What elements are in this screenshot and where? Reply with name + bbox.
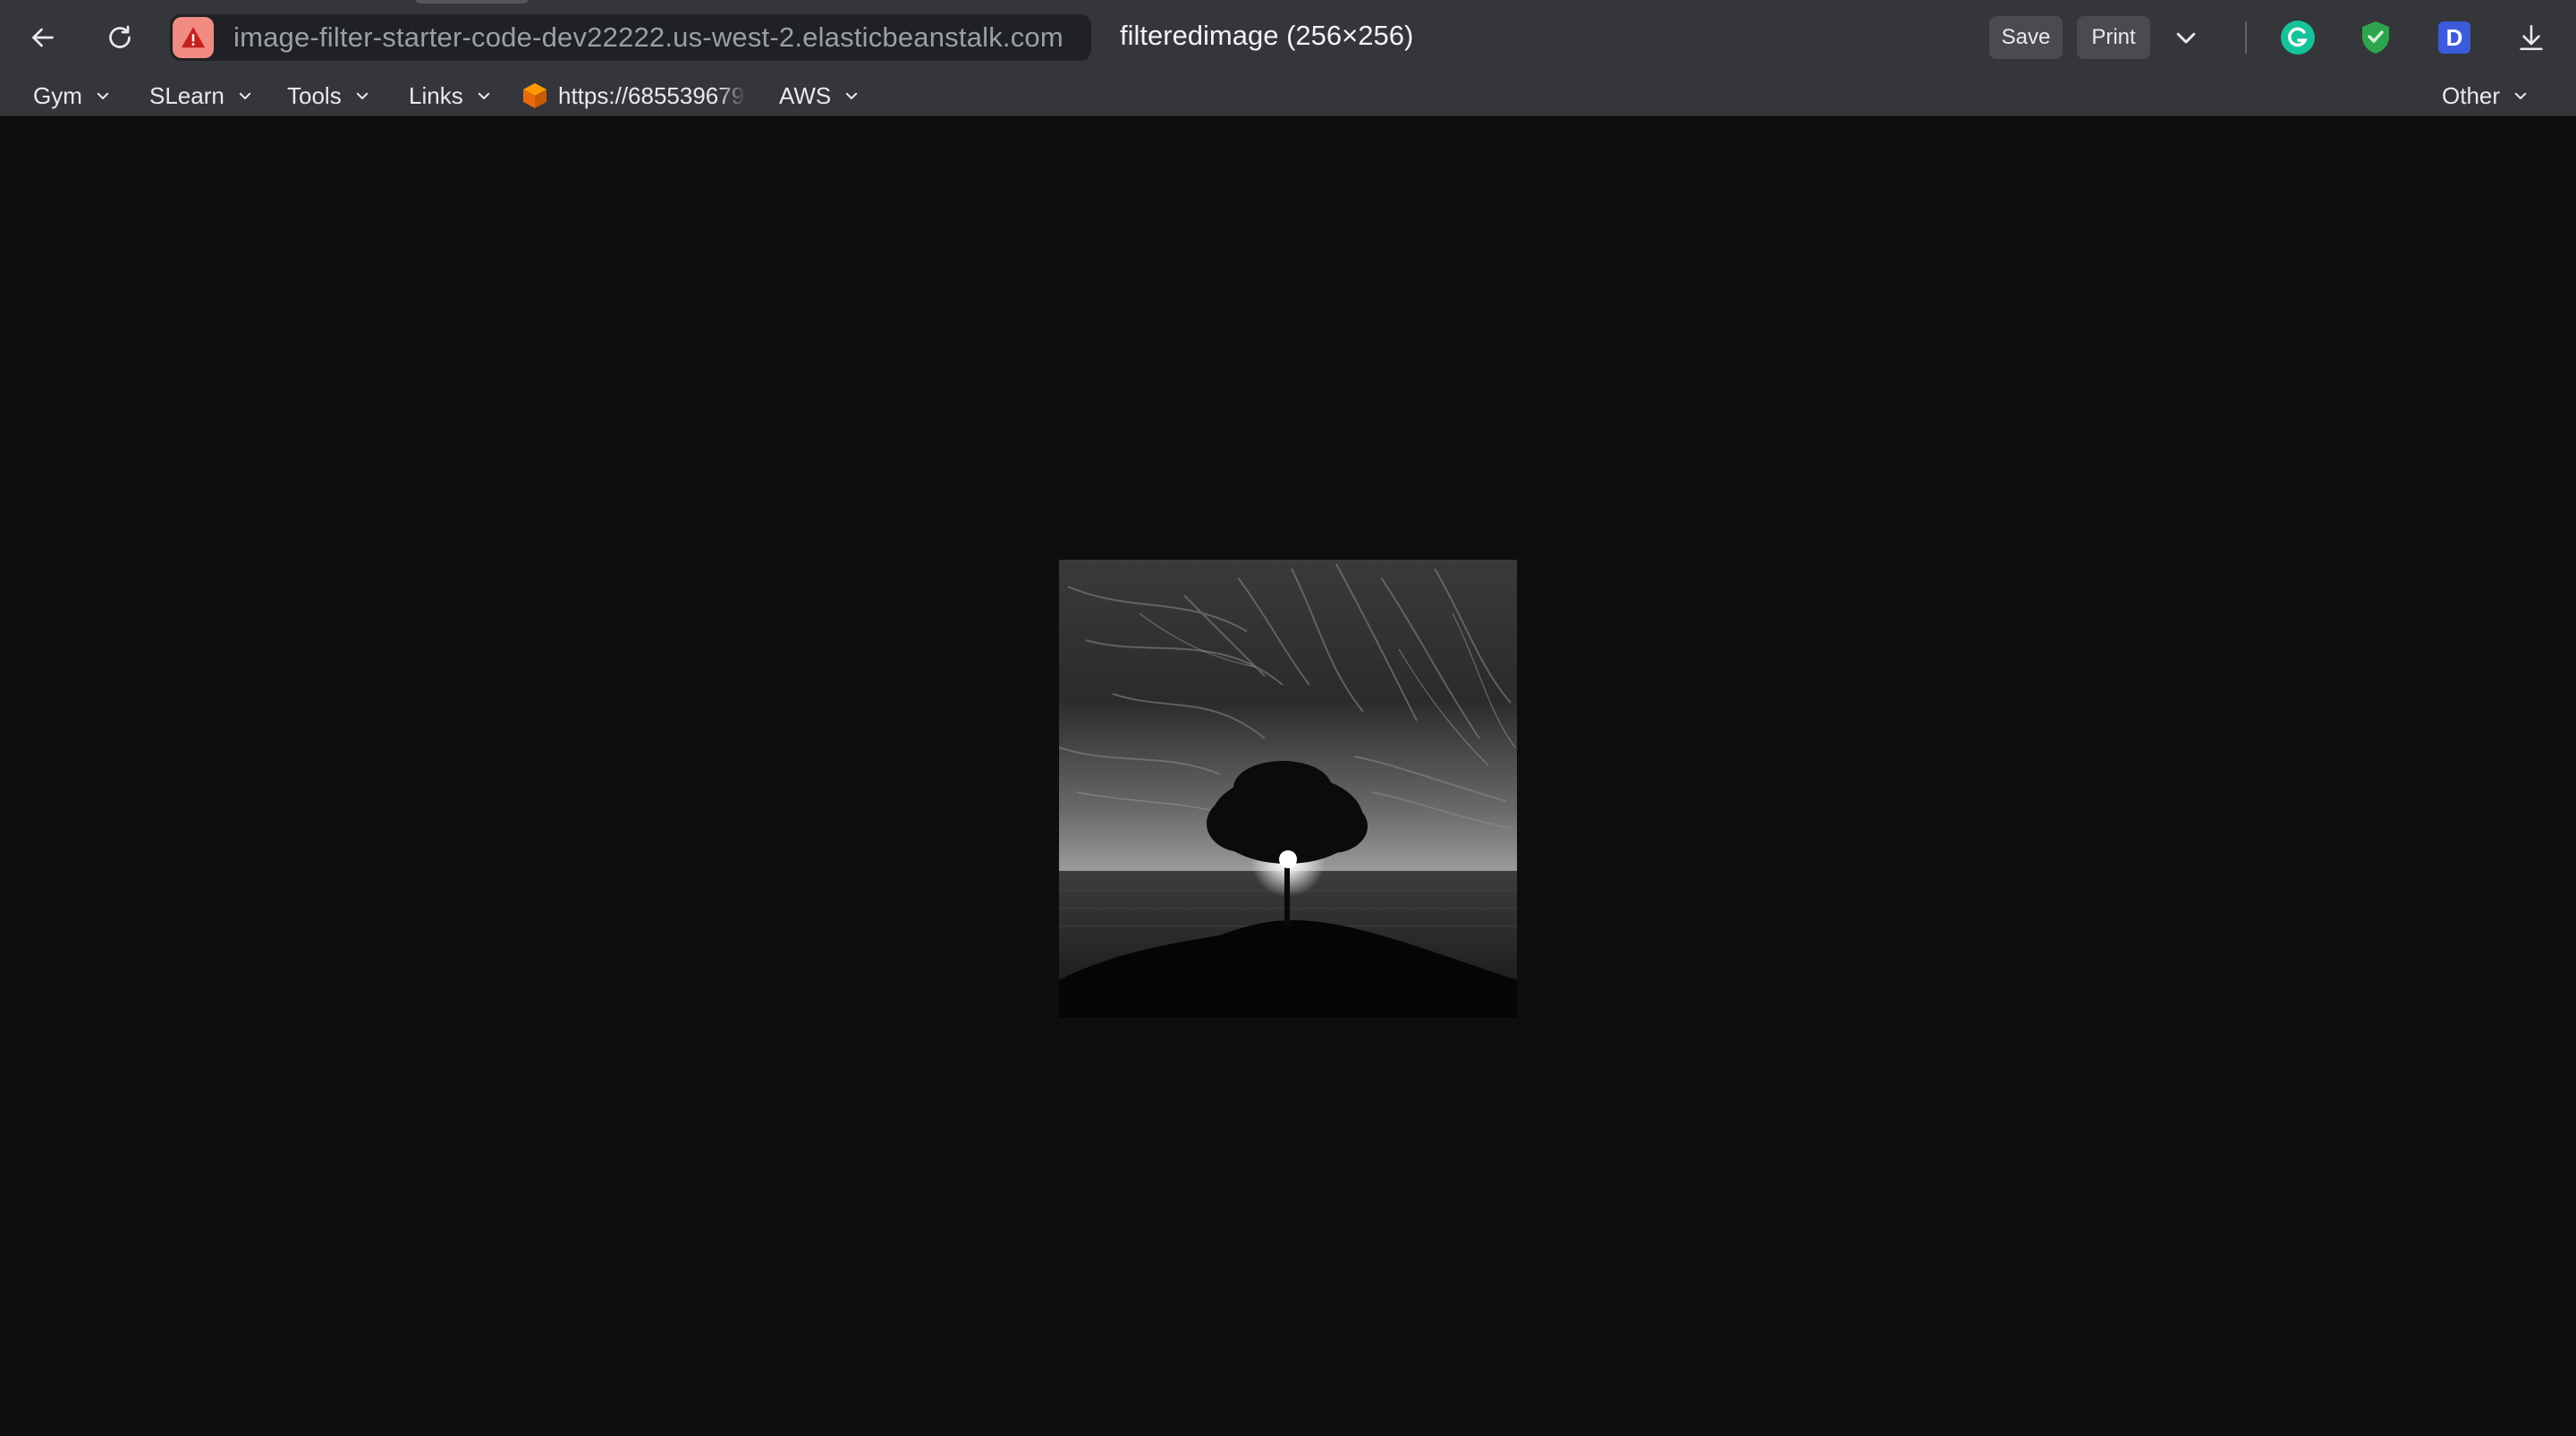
- grammarly-icon: [2281, 21, 2315, 55]
- filtered-image[interactable]: [1059, 560, 1517, 1018]
- bookmark-folder-other[interactable]: Other: [2442, 79, 2529, 113]
- site-warning-chip[interactable]: [173, 17, 214, 58]
- reload-button[interactable]: [95, 14, 145, 61]
- toolbar-separator: [2245, 21, 2247, 54]
- more-actions-button[interactable]: [2165, 16, 2207, 59]
- address-bar[interactable]: image-filter-starter-code-dev22222.us-we…: [170, 14, 1091, 61]
- browser-toolbar: image-filter-starter-code-dev22222.us-we…: [0, 0, 2576, 75]
- tree-sunset-photo: [1059, 560, 1517, 1018]
- extension-d-icon: D: [2438, 21, 2470, 54]
- bookmark-folder-aws[interactable]: AWS: [779, 79, 860, 113]
- bookmark-label: SLearn: [149, 81, 225, 109]
- extension-letter: D: [2446, 24, 2463, 51]
- bookmark-label: AWS: [779, 81, 832, 109]
- bookmark-folder-gym[interactable]: Gym: [33, 79, 111, 113]
- bookmarks-bar: Gym SLearn Tools Links https://685539679…: [0, 75, 2576, 116]
- chevron-down-icon: [846, 92, 858, 99]
- chevron-down-icon: [97, 92, 109, 99]
- aws-cube-icon: [523, 83, 547, 108]
- save-button[interactable]: Save: [1989, 16, 2063, 59]
- chevron-down-icon: [478, 92, 489, 99]
- bookmark-label: Other: [2442, 81, 2501, 109]
- reload-icon: [109, 25, 131, 48]
- page-title: filteredimage (256×256): [1120, 20, 1414, 51]
- grammarly-extension-button[interactable]: [2276, 16, 2319, 59]
- bookmark-folder-tools[interactable]: Tools: [287, 79, 370, 113]
- bookmark-label: Links: [409, 81, 463, 109]
- bookmark-label: https://685539679: [558, 81, 745, 109]
- bookmark-folder-slearn[interactable]: SLearn: [149, 79, 253, 113]
- back-arrow-icon: [32, 28, 54, 47]
- download-button[interactable]: [2510, 16, 2553, 59]
- address-url[interactable]: image-filter-starter-code-dev22222.us-we…: [233, 21, 1063, 54]
- bookmark-label: Tools: [287, 81, 342, 109]
- bookmark-aws-link[interactable]: https://685539679: [521, 79, 750, 113]
- bookmark-label: Gym: [33, 81, 82, 109]
- chevron-down-icon: [356, 92, 368, 99]
- chevron-down-icon: [2514, 92, 2527, 99]
- warning-triangle-icon: [181, 27, 206, 48]
- bookmark-folder-links[interactable]: Links: [409, 79, 492, 113]
- browser-chrome: image-filter-starter-code-dev22222.us-we…: [0, 0, 2576, 116]
- back-button[interactable]: [18, 14, 68, 61]
- security-extension-button[interactable]: [2354, 16, 2397, 59]
- image-viewer: [0, 116, 2576, 1436]
- print-button[interactable]: Print: [2077, 16, 2150, 59]
- d-extension-button[interactable]: D: [2433, 16, 2476, 59]
- chevron-down-icon: [239, 92, 251, 99]
- download-icon: [2520, 24, 2543, 51]
- chevron-down-icon: [2176, 32, 2196, 44]
- shield-check-icon: [2362, 21, 2389, 54]
